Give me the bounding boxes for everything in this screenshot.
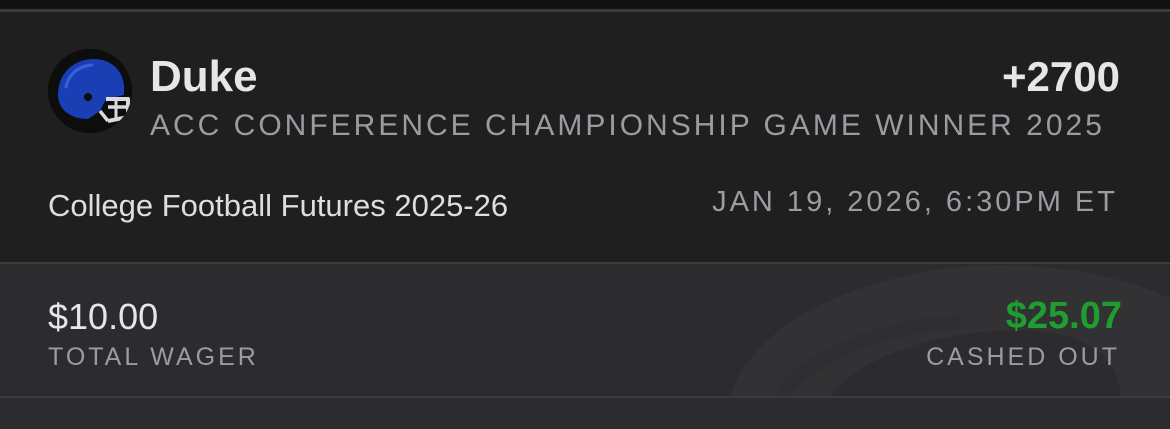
footer-section bbox=[0, 398, 1170, 429]
wager-section: $10.00 TOTAL WAGER $25.07 CASHED OUT bbox=[0, 264, 1170, 396]
market-name: ACC CONFERENCE CHAMPIONSHIP GAME WINNER … bbox=[150, 109, 1105, 142]
team-name: Duke bbox=[150, 52, 258, 101]
payout-amount: $25.07 bbox=[1005, 295, 1122, 337]
payout-label: CASHED OUT bbox=[926, 343, 1120, 371]
bet-slip-screen: Duke +2700 ACC CONFERENCE CHAMPIONSHIP G… bbox=[0, 0, 1170, 429]
event-name: College Football Futures 2025-26 bbox=[48, 188, 509, 223]
odds-value: +2700 bbox=[1002, 53, 1120, 100]
football-helmet-icon bbox=[48, 49, 132, 133]
wager-label: TOTAL WAGER bbox=[48, 343, 259, 371]
bet-header[interactable]: Duke +2700 ACC CONFERENCE CHAMPIONSHIP G… bbox=[0, 12, 1170, 262]
event-date: JAN 19, 2026, 6:30PM ET bbox=[712, 186, 1118, 218]
wager-amount: $10.00 bbox=[48, 296, 159, 337]
